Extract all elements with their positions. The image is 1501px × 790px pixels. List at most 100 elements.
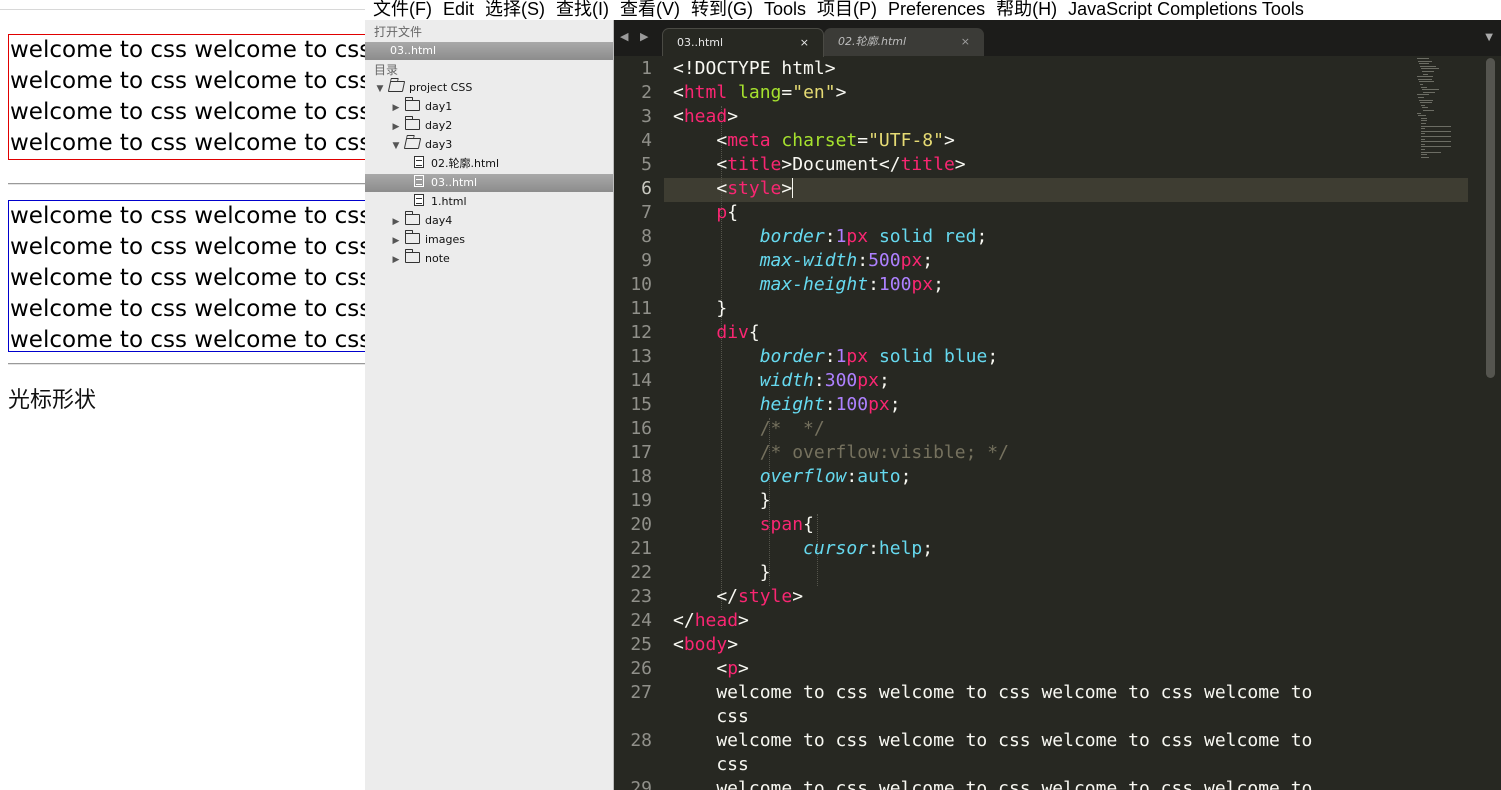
tab-list-dropdown-icon[interactable]: ▼ [1485,32,1493,43]
code-token: head [683,106,728,127]
close-icon[interactable]: × [961,28,970,56]
code-token: html [683,82,728,103]
disclosure-open-icon[interactable]: ▼ [390,137,402,156]
line-number: 13 [630,346,652,367]
disclosure-closed-icon[interactable]: ▶ [390,251,402,270]
code-token: auto [857,466,901,487]
code-token: = [857,130,869,151]
minimap-line [1421,125,1451,127]
tree-folder-day3[interactable]: ▼ day3 [390,135,452,154]
code-token: /* */ [759,418,825,439]
menu-item[interactable]: 转到(G) [691,0,753,18]
tree-file-item[interactable]: 1.html [406,192,467,211]
code-token: body [683,634,728,655]
code-line: css [673,754,749,775]
code-token: { [748,322,760,343]
code-token: css [673,706,749,727]
line-number: 25 [630,634,652,655]
code-line: <head> [673,106,738,127]
preview-text-line: welcome to css welcome to css [10,296,365,322]
minimap-line [1419,63,1429,65]
minimap-line [1417,94,1429,96]
code-token: ; [900,466,912,487]
menu-item[interactable]: Preferences [888,0,985,18]
tree-folder-note[interactable]: ▶ note [390,249,450,268]
tab-03-html[interactable]: 03..html × [662,28,824,57]
menu-item[interactable]: 文件(F) [373,0,432,18]
code-token: meta [727,130,771,151]
code-line: <html lang="en"> [673,82,846,103]
open-file-item[interactable]: 03..html [390,41,436,60]
disclosure-open-icon[interactable]: ▼ [374,80,386,99]
preview-text-line: welcome to css welcome to css [10,68,365,94]
minimap-line [1423,91,1435,93]
tree-folder-day4[interactable]: ▶ day4 [390,211,452,230]
code-token: : [824,394,836,415]
minimap-line [1418,115,1426,117]
code-token: } [673,490,771,511]
code-line: } [673,562,771,583]
tab-02-outline-html[interactable]: 02.轮廓.html × [824,28,984,56]
tree-folder-project-css[interactable]: ▼ project CSS [374,78,472,97]
menu-item[interactable]: 查找(I) [556,0,609,18]
menu-item[interactable]: Tools [764,0,806,18]
tree-folder-images[interactable]: ▶ images [390,230,465,249]
minimap-line [1421,149,1425,150]
minimap-line [1420,102,1432,104]
code-token: p [727,658,739,679]
minimap-line [1421,138,1425,140]
folder-icon [405,249,420,263]
minimap[interactable] [1417,58,1469,168]
minimap-line [1421,146,1451,148]
code-token: solid [878,226,934,247]
tree-folder-day2[interactable]: ▶ day2 [390,116,452,135]
menu-item[interactable]: 项目(P) [817,0,877,18]
tab-nav-arrows-icon[interactable]: ◀ ▶ [620,30,652,43]
menu-item[interactable]: 帮助(H) [996,0,1057,18]
code-token: { [727,202,739,223]
tree-file-item[interactable]: 02.轮廓.html [406,154,499,173]
menu-bar: 文件(F) Edit 选择(S) 查找(I) 查看(V) 转到(G) Tools 项目(P) P… [365,0,1501,20]
code-token: > [781,178,793,199]
line-number: 3 [641,106,652,127]
tree-file-item[interactable]: 03..html [406,173,477,192]
line-number: 26 [630,658,652,679]
code-area[interactable]: <!DOCTYPE html> <html lang="en"> <head> <m… [673,56,1473,790]
code-token: : [824,346,836,367]
menu-item[interactable]: Edit [443,0,474,18]
code-token: "UTF-8" [868,130,944,151]
code-token: lang [738,82,782,103]
horizontal-rule [8,183,365,185]
blue-bordered-div: welcome to css welcome to css welcome to … [8,200,365,352]
code-token: : [813,370,825,391]
close-icon[interactable]: × [800,29,809,57]
code-line: <title>Document</title> [673,154,965,175]
line-number: 17 [630,442,652,463]
code-token: : [868,274,879,295]
menu-item[interactable]: JavaScript Completions Tools [1068,0,1304,18]
menu-item[interactable]: 查看(V) [620,0,680,18]
vertical-scrollbar[interactable] [1486,58,1495,378]
menu-item[interactable]: 选择(S) [485,0,545,18]
folder-icon [405,230,420,244]
code-token: px [846,226,869,247]
line-number: 14 [630,370,652,391]
preview-top-rule [0,9,365,10]
code-line: p{ [673,202,738,223]
code-token: red [943,226,977,247]
code-line: height:100px; [673,394,901,415]
code-line: overflow:auto; [673,466,912,487]
tree-folder-day1[interactable]: ▶ day1 [390,97,452,116]
line-number: 18 [630,466,652,487]
code-token: > [738,658,749,679]
tree-item-label: day1 [425,100,453,113]
code-token: 100 [835,394,869,415]
sidebar: 打开文件 03..html 目录 ▼ project CSS ▶ day1 ▶ day2 ▼… [365,20,614,790]
preview-text-line: welcome to css welcome to css [10,130,365,156]
code-token: solid [878,346,934,367]
code-token: ; [933,274,944,295]
